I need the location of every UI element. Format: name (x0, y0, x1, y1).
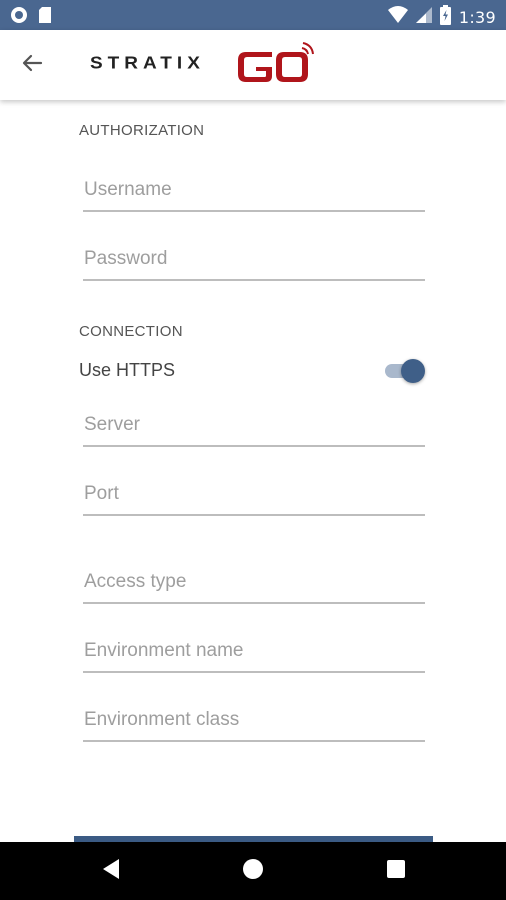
nav-recents-button[interactable] (381, 856, 411, 886)
password-field[interactable] (83, 241, 425, 281)
status-time: 1:39 (458, 8, 496, 27)
back-button[interactable] (17, 50, 47, 80)
home-circle-icon (242, 858, 264, 885)
nav-home-button[interactable] (238, 856, 268, 886)
sd-card-icon (38, 6, 52, 29)
navigation-bar (0, 842, 506, 900)
status-right: 1:39 (387, 5, 496, 30)
use-https-label: Use HTTPS (79, 360, 176, 380)
environment-class-field-wrapper (83, 702, 425, 742)
settings-form: AUTHORIZATION CONNECTION Use HTTPS (0, 100, 506, 842)
use-https-row: Use HTTPS (79, 356, 425, 386)
username-field-wrapper (83, 172, 425, 212)
signal-icon (415, 6, 432, 29)
username-field[interactable] (83, 172, 425, 212)
nav-back-button[interactable] (96, 856, 126, 886)
password-field-wrapper (83, 241, 425, 281)
arrow-left-icon (21, 52, 43, 79)
status-bar: 1:39 (0, 0, 506, 30)
port-field[interactable] (83, 476, 425, 516)
environment-name-field[interactable] (83, 633, 425, 673)
environment-name-field-wrapper (83, 633, 425, 673)
app-bar: STRATIX (0, 30, 506, 100)
server-field[interactable] (83, 407, 425, 447)
connection-section-title: CONNECTION (79, 323, 183, 340)
status-left (10, 6, 52, 29)
toggle-thumb (401, 359, 425, 383)
server-field-wrapper (83, 407, 425, 447)
logo-text: STRATIX (90, 54, 205, 73)
logo-go-mark (234, 42, 314, 86)
environment-class-field[interactable] (83, 702, 425, 742)
access-type-field-wrapper (83, 564, 425, 604)
wifi-icon (387, 6, 408, 29)
circle-notification-icon (10, 6, 28, 29)
back-triangle-icon (101, 858, 121, 885)
access-type-field[interactable] (83, 564, 425, 604)
port-field-wrapper (83, 476, 425, 516)
recents-square-icon (386, 859, 406, 884)
authorization-section-title: AUTHORIZATION (79, 122, 205, 139)
stratix-go-logo: STRATIX (88, 40, 318, 90)
battery-charging-icon (439, 5, 451, 30)
use-https-toggle[interactable] (385, 359, 425, 383)
